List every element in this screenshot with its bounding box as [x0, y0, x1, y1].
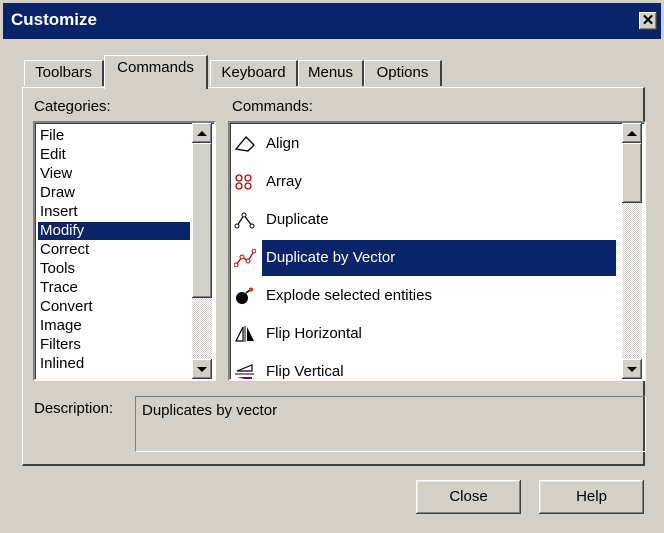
- list-item-category[interactable]: Filters: [38, 336, 190, 354]
- scroll-down-button[interactable]: [622, 359, 642, 379]
- tab-menus[interactable]: Menus: [298, 60, 364, 86]
- arrow-down-icon: [197, 366, 207, 372]
- tab-options[interactable]: Options: [364, 60, 442, 86]
- help-button[interactable]: Help: [539, 480, 644, 514]
- list-item-category[interactable]: Draw: [38, 184, 190, 202]
- categories-label: Categories:: [34, 98, 111, 115]
- align-icon: [234, 135, 256, 153]
- array-icon: [234, 173, 256, 191]
- list-item-category[interactable]: Insert: [38, 203, 190, 221]
- tab-keyboard[interactable]: Keyboard: [210, 60, 298, 86]
- list-item-category[interactable]: Correct: [38, 241, 190, 259]
- window-title: Customize: [11, 10, 97, 29]
- categories-scrollbar[interactable]: [192, 123, 212, 379]
- list-item-command[interactable]: Flip Vertical: [230, 354, 620, 379]
- list-item-command-selected[interactable]: Duplicate by Vector: [230, 240, 620, 276]
- list-item-command[interactable]: Align: [230, 126, 620, 162]
- title-bar: Customize ✕: [3, 3, 661, 39]
- list-item-command[interactable]: Flip Horizontal: [230, 316, 620, 352]
- list-item-command[interactable]: Explode selected entities: [230, 278, 620, 314]
- customize-dialog: Customize ✕ Toolbars Commands Keyboard M…: [0, 0, 664, 533]
- close-button[interactable]: Close: [416, 480, 521, 514]
- list-item-category[interactable]: Convert: [38, 298, 190, 316]
- list-item-category[interactable]: View: [38, 165, 190, 183]
- description-label: Description:: [34, 400, 114, 417]
- close-icon[interactable]: ✕: [639, 12, 657, 30]
- commands-label: Commands:: [232, 98, 313, 115]
- duplicate-vector-icon: [233, 248, 257, 268]
- list-item-category[interactable]: Edit: [38, 146, 190, 164]
- scroll-thumb[interactable]: [622, 143, 642, 203]
- list-item-category[interactable]: Inlined: [38, 355, 190, 373]
- list-item-category[interactable]: File: [38, 127, 190, 145]
- commands-scrollbar[interactable]: [622, 123, 642, 379]
- description-text: Duplicates by vector: [142, 402, 278, 419]
- flip-vertical-icon: [234, 363, 256, 379]
- arrow-up-icon: [627, 130, 637, 136]
- list-item-category[interactable]: Trace: [38, 279, 190, 297]
- tab-toolbars[interactable]: Toolbars: [24, 60, 104, 86]
- scroll-up-button[interactable]: [622, 123, 642, 143]
- list-item-category[interactable]: Image: [38, 317, 190, 335]
- list-item-command[interactable]: Duplicate: [230, 202, 620, 238]
- description-box: Duplicates by vector: [135, 396, 646, 452]
- flip-horizontal-icon: [234, 325, 256, 343]
- duplicate-icon: [234, 211, 256, 229]
- scroll-down-button[interactable]: [192, 359, 212, 379]
- commands-list[interactable]: Align Array Duplicate Duplicate by Vecto…: [228, 121, 646, 381]
- tab-commands[interactable]: Commands: [104, 55, 208, 89]
- scroll-up-button[interactable]: [192, 123, 212, 143]
- scroll-thumb[interactable]: [192, 143, 212, 298]
- arrow-up-icon: [197, 130, 207, 136]
- arrow-down-icon: [627, 366, 637, 372]
- list-item-command[interactable]: Array: [230, 164, 620, 200]
- bomb-icon: [234, 287, 256, 305]
- categories-list[interactable]: File Edit View Draw Insert Modify Correc…: [33, 121, 216, 381]
- list-item-category[interactable]: Tools: [38, 260, 190, 278]
- list-item-category-selected[interactable]: Modify: [38, 222, 190, 240]
